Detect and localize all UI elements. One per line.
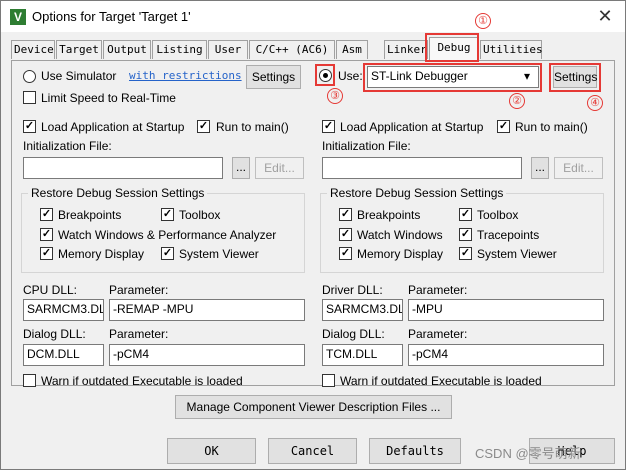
cpu-param-field[interactable]: -REMAP -MPU <box>109 299 305 321</box>
left-toolbox-label: Toolbox <box>179 208 221 222</box>
right-breakpoints-label: Breakpoints <box>357 208 421 222</box>
driver-dll-label: Driver DLL: <box>322 283 383 297</box>
right-run-to-main-checkbox[interactable]: ✓ <box>497 120 510 133</box>
left-dialog-param-field[interactable]: -pCM4 <box>109 344 305 366</box>
ok-button[interactable]: OK <box>167 438 256 464</box>
left-run-to-main-label: Run to main() <box>216 120 289 134</box>
right-system-viewer-checkbox[interactable]: ✓ <box>459 247 472 260</box>
left-memory-display-label: Memory Display <box>58 247 145 261</box>
debugger-select[interactable]: ST-Link Debugger ▾ <box>367 66 539 88</box>
annotation-marker-1: ① <box>475 13 491 29</box>
left-breakpoints-label: Breakpoints <box>58 208 122 222</box>
tab-listing[interactable]: Listing <box>152 40 207 59</box>
annotation-marker-3: ③ <box>327 88 343 104</box>
tab-user[interactable]: User <box>208 40 248 59</box>
left-warn-checkbox[interactable] <box>23 374 36 387</box>
left-warn-label: Warn if outdated Executable is loaded <box>41 374 243 388</box>
debugger-select-value: ST-Link Debugger <box>371 69 468 83</box>
left-browse-button[interactable]: ... <box>232 157 250 179</box>
left-toolbox-checkbox[interactable]: ✓ <box>161 208 174 221</box>
cancel-button[interactable]: Cancel <box>268 438 357 464</box>
keil-app-icon: V <box>10 9 26 25</box>
left-load-app-checkbox[interactable]: ✓ <box>23 120 36 133</box>
tab-cc-ac6[interactable]: C/C++ (AC6) <box>249 40 335 59</box>
tab-device[interactable]: Device <box>11 40 55 59</box>
right-restore-group-title: Restore Debug Session Settings <box>327 186 507 200</box>
left-dialog-dll-field[interactable]: DCM.DLL <box>23 344 104 366</box>
right-breakpoints-checkbox[interactable]: ✓ <box>339 208 352 221</box>
left-edit-button[interactable]: Edit... <box>255 157 304 179</box>
left-load-app-label: Load Application at Startup <box>41 120 185 134</box>
cpu-dll-label: CPU DLL: <box>23 283 78 297</box>
defaults-button[interactable]: Defaults <box>369 438 461 464</box>
left-breakpoints-checkbox[interactable]: ✓ <box>40 208 53 221</box>
left-dialog-param-label: Parameter: <box>109 327 169 341</box>
left-watch-windows-label: Watch Windows & Performance Analyzer <box>58 228 277 242</box>
csdn-watermark: CSDN @零号萌新 <box>475 446 581 461</box>
right-dialog-dll-field[interactable]: TCM.DLL <box>322 344 403 366</box>
left-dialog-dll-label: Dialog DLL: <box>23 327 86 341</box>
left-restore-group-title: Restore Debug Session Settings <box>28 186 208 200</box>
debugger-settings-button[interactable]: Settings <box>553 66 597 88</box>
limit-speed-checkbox[interactable] <box>23 91 36 104</box>
tab-debug[interactable]: Debug <box>429 37 479 62</box>
cpu-param-label: Parameter: <box>109 283 169 297</box>
left-system-viewer-label: System Viewer <box>179 247 259 261</box>
right-load-app-label: Load Application at Startup <box>340 120 484 134</box>
right-dialog-param-field[interactable]: -pCM4 <box>408 344 604 366</box>
simulator-settings-button[interactable]: Settings <box>246 65 301 89</box>
right-run-to-main-label: Run to main() <box>515 120 588 134</box>
left-init-file-label: Initialization File: <box>23 139 112 153</box>
right-init-file-label: Initialization File: <box>322 139 411 153</box>
left-init-file-input[interactable] <box>23 157 223 179</box>
tab-linker[interactable]: Linker <box>384 40 428 59</box>
right-toolbox-checkbox[interactable]: ✓ <box>459 208 472 221</box>
right-watch-windows-label: Watch Windows <box>357 228 443 242</box>
title-bar: V Options for Target 'Target 1' ✕ <box>1 1 625 32</box>
right-load-app-checkbox[interactable]: ✓ <box>322 120 335 133</box>
options-dialog: V Options for Target 'Target 1' ✕ Device… <box>0 0 626 470</box>
with-restrictions-link[interactable]: with restrictions <box>129 69 242 82</box>
right-edit-button[interactable]: Edit... <box>554 157 603 179</box>
tab-asm[interactable]: Asm <box>336 40 368 59</box>
right-browse-button[interactable]: ... <box>531 157 549 179</box>
left-system-viewer-checkbox[interactable]: ✓ <box>161 247 174 260</box>
tab-output[interactable]: Output <box>103 40 151 59</box>
right-warn-label: Warn if outdated Executable is loaded <box>340 374 542 388</box>
right-dialog-param-label: Parameter: <box>408 327 468 341</box>
right-memory-display-label: Memory Display <box>357 247 444 261</box>
use-label: Use: <box>338 69 363 83</box>
driver-dll-field[interactable]: SARMCM3.DLL <box>322 299 403 321</box>
right-watch-windows-checkbox[interactable]: ✓ <box>339 228 352 241</box>
left-watch-windows-checkbox[interactable]: ✓ <box>40 228 53 241</box>
annotation-marker-4: ④ <box>587 95 603 111</box>
window-title: Options for Target 'Target 1' <box>32 9 191 24</box>
right-dialog-dll-label: Dialog DLL: <box>322 327 385 341</box>
right-tracepoints-label: Tracepoints <box>477 228 540 242</box>
right-toolbox-label: Toolbox <box>477 208 519 222</box>
chevron-down-icon[interactable]: ▾ <box>524 69 530 83</box>
manage-component-viewer-button[interactable]: Manage Component Viewer Description File… <box>175 395 452 419</box>
driver-param-field[interactable]: -MPU <box>408 299 604 321</box>
annotation-marker-2: ② <box>509 93 525 109</box>
right-system-viewer-label: System Viewer <box>477 247 557 261</box>
limit-speed-label: Limit Speed to Real-Time <box>41 91 176 105</box>
right-init-file-input[interactable] <box>322 157 522 179</box>
left-run-to-main-checkbox[interactable]: ✓ <box>197 120 210 133</box>
use-simulator-label: Use Simulator <box>41 69 117 83</box>
close-icon[interactable]: ✕ <box>591 5 619 29</box>
tab-target[interactable]: Target <box>56 40 102 59</box>
use-simulator-radio[interactable] <box>23 70 36 83</box>
cpu-dll-field[interactable]: SARMCM3.DLL <box>23 299 104 321</box>
right-memory-display-checkbox[interactable]: ✓ <box>339 247 352 260</box>
tab-utilities[interactable]: Utilities <box>480 40 543 59</box>
right-warn-checkbox[interactable] <box>322 374 335 387</box>
use-debugger-radio[interactable] <box>319 69 332 82</box>
right-tracepoints-checkbox[interactable]: ✓ <box>459 228 472 241</box>
left-memory-display-checkbox[interactable]: ✓ <box>40 247 53 260</box>
driver-param-label: Parameter: <box>408 283 468 297</box>
